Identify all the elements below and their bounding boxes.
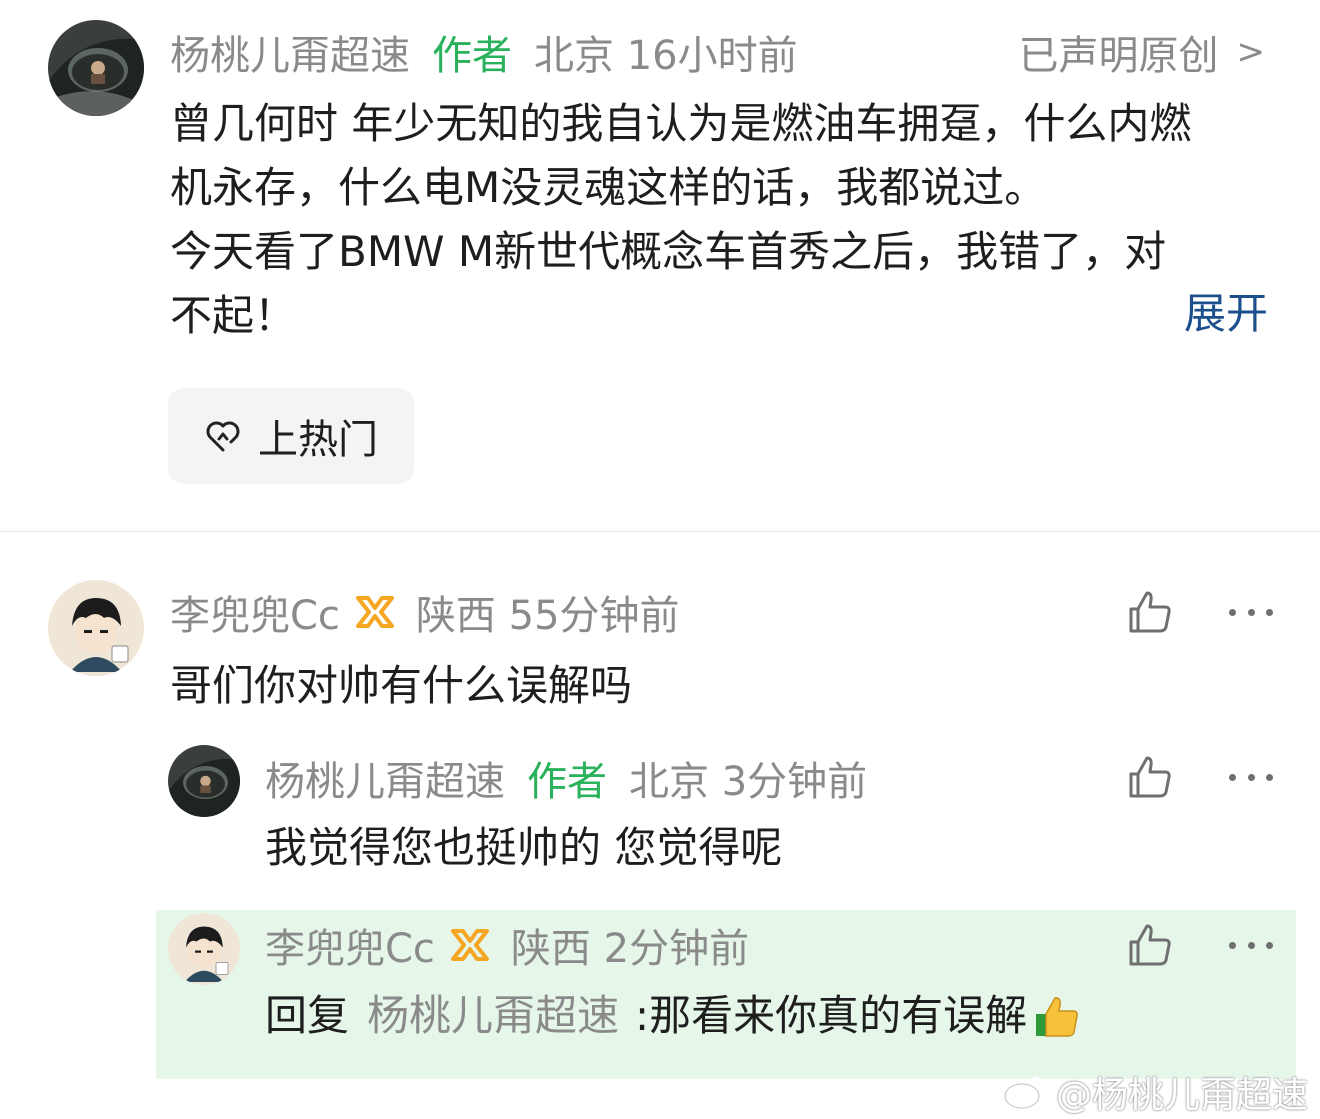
post-body-line: 机永存，什么电M没灵魂这样的话，我都说过。 bbox=[170, 163, 1047, 212]
more-options-icon[interactable] bbox=[1229, 938, 1273, 952]
commenter-avatar[interactable] bbox=[48, 580, 144, 676]
author-tag: 作者 bbox=[432, 33, 512, 79]
promote-hot-label: 上热门 bbox=[258, 417, 378, 463]
reply-prefix: 回复 bbox=[265, 991, 350, 1040]
reply-location-time: 陕西 2分钟前 bbox=[510, 926, 750, 972]
reply-header: 李兜兜Cc 陕西 2分钟前 bbox=[265, 915, 749, 975]
original-label: 已声明原创 bbox=[1018, 33, 1219, 79]
reply-text: 我觉得您也挺帅的 您觉得呢 bbox=[265, 823, 783, 872]
vip-badge-icon bbox=[355, 596, 394, 628]
like-icon[interactable] bbox=[1125, 587, 1175, 637]
expand-link[interactable]: 展开 bbox=[1184, 282, 1268, 346]
post-body-line: 不起！ bbox=[170, 291, 297, 340]
post-username[interactable]: 杨桃儿甭超速 bbox=[170, 23, 410, 81]
post-body: 曾几何时 年少无知的我自认为是燃油车拥趸，什么内燃 机永存，什么电M没灵魂这样的… bbox=[170, 92, 1270, 348]
post-location-time: 北京 16小时前 bbox=[534, 33, 798, 79]
reply-header: 杨桃儿甭超速 作者 北京 3分钟前 bbox=[265, 748, 867, 808]
comment-text: 哥们你对帅有什么误解吗 bbox=[170, 661, 633, 710]
like-icon[interactable] bbox=[1125, 920, 1175, 970]
post-body-line: 曾几何时 年少无知的我自认为是燃油车拥趸，什么内燃 bbox=[170, 99, 1192, 148]
reply-text-line: 回复 杨桃儿甭超速 :那看来你真的有误解 bbox=[265, 986, 1081, 1046]
promote-hot-button[interactable]: 上热门 bbox=[168, 388, 414, 484]
thumbs-up-emoji bbox=[1036, 997, 1079, 1037]
original-declaration-link[interactable]: 已声明原创 > bbox=[1019, 24, 1266, 80]
reply-location-time: 北京 3分钟前 bbox=[629, 759, 868, 805]
reply-username[interactable]: 李兜兜Cc bbox=[265, 916, 435, 974]
commenter-username[interactable]: 李兜兜Cc bbox=[170, 583, 340, 641]
reply-username[interactable]: 杨桃儿甭超速 bbox=[265, 749, 505, 807]
comment-location-time: 陕西 55分钟前 bbox=[415, 593, 680, 639]
heart-arrow-icon bbox=[206, 421, 240, 452]
more-options-icon[interactable] bbox=[1229, 605, 1273, 619]
reply-text: :那看来你真的有误解 bbox=[635, 991, 1028, 1040]
watermark-text: @杨桃儿甭超速 bbox=[1055, 1075, 1308, 1116]
more-options-icon[interactable] bbox=[1229, 770, 1273, 784]
reply-author-avatar[interactable] bbox=[168, 745, 240, 817]
weibo-watermark: @杨桃儿甭超速 bbox=[1002, 1066, 1308, 1118]
author-tag: 作者 bbox=[527, 759, 607, 805]
comment-page: 杨桃儿甭超速 作者 北京 16小时前 已声明原创 > 曾几何时 年少无知的我自认… bbox=[0, 0, 1320, 1119]
post-header: 杨桃儿甭超速 作者 北京 16小时前 bbox=[170, 24, 798, 80]
comment-header: 李兜兜Cc 陕西 55分钟前 bbox=[170, 582, 680, 642]
post-author-avatar[interactable] bbox=[48, 20, 144, 116]
section-divider bbox=[0, 531, 1320, 532]
chevron-right-icon: > bbox=[1236, 32, 1266, 72]
post-body-line: 今天看了BMW M新世代概念车首秀之后，我错了，对 bbox=[170, 227, 1167, 276]
weibo-icon bbox=[1003, 1076, 1047, 1110]
reply-to-username[interactable]: 杨桃儿甭超速 bbox=[367, 986, 619, 1046]
reply-commenter-avatar[interactable] bbox=[168, 913, 240, 985]
like-icon[interactable] bbox=[1125, 752, 1175, 802]
vip-badge-icon bbox=[450, 929, 489, 961]
